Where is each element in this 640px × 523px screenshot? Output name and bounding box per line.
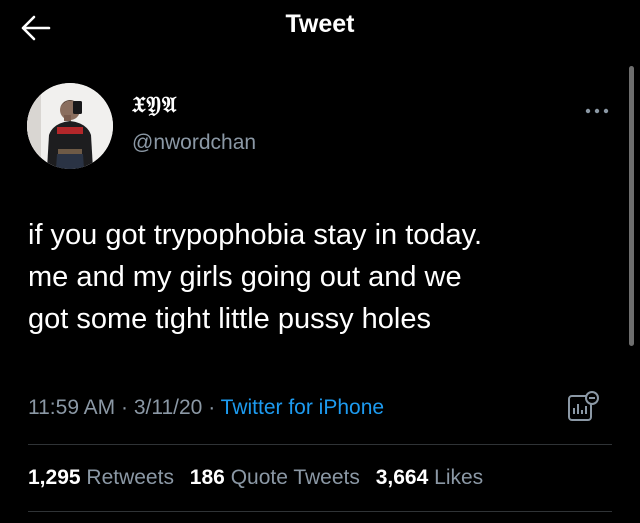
tweet-meta: 11:59 AM · 3/11/20 · Twitter for iPhone [28,396,384,420]
scrollbar[interactable] [629,66,634,346]
divider [28,444,612,445]
divider [28,511,612,512]
more-horizontal-icon [585,108,609,114]
retweets-count: 1,295 [28,466,81,489]
quote-tweets-count: 186 [189,466,225,489]
analytics-icon [568,391,599,421]
analytics-button[interactable] [566,390,600,424]
display-name[interactable]: 𝔛𝔜𝔄 [132,92,177,118]
likes-stat[interactable]: 3,664 Likes [376,466,483,489]
tweet-stats: 1,295 Retweets 186 Quote Tweets 3,664 Li… [28,466,483,490]
likes-label: Likes [434,466,484,489]
tweet-line: got some tight little pussy holes [28,303,431,335]
tweet-text: if you got trypophobia stay in today. me… [28,214,618,340]
tweet-line: if you got trypophobia stay in today. [28,219,483,251]
quote-tweets-stat[interactable]: 186 Quote Tweets [190,466,360,489]
meta-separator: · [202,396,221,419]
page-title: Tweet [285,10,355,38]
likes-count: 3,664 [375,466,429,489]
meta-separator: · [115,396,134,419]
tweet-time: 11:59 AM [28,396,116,419]
quote-tweets-label: Quote Tweets [230,466,360,489]
user-handle[interactable]: @nwordchan [132,131,256,155]
avatar-image [27,83,113,169]
avatar[interactable] [27,83,113,169]
tweet-line: me and my girls going out and we [28,261,462,293]
retweets-stat[interactable]: 1,295 Retweets [28,466,174,489]
tweet-source-link[interactable]: Twitter for iPhone [221,396,384,419]
retweets-label: Retweets [86,466,174,489]
tweet-date: 3/11/20 [133,396,203,419]
top-bar: Tweet [0,0,640,56]
more-options-button[interactable] [582,101,612,121]
